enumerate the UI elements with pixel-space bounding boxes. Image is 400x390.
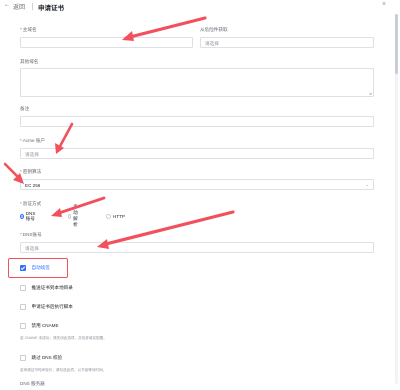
annotation-arrow (3, 162, 23, 182)
annotation-arrowhead (51, 208, 62, 217)
radio-icon (106, 213, 111, 219)
chevron-down-icon: ⌄ (365, 182, 369, 187)
required-mark: * (20, 27, 22, 32)
back-link[interactable]: 返回 (13, 2, 25, 11)
fetch-from-label: 从危险件获取 (200, 27, 228, 32)
checkbox-icon (20, 285, 26, 291)
disable-cname-checkbox[interactable]: 禁用 CNAME (20, 322, 59, 330)
radio-dns-account[interactable]: DNS账号 (20, 211, 37, 221)
fetch-from-select[interactable]: 请选择 (200, 37, 374, 48)
annotation-arrow (54, 196, 106, 216)
checkbox-icon (20, 323, 26, 329)
radio-http[interactable]: HTTP (106, 212, 125, 220)
acme-account-label: *Acme 账户 (20, 138, 46, 143)
radio-selected-icon (20, 213, 24, 219)
run-script-after-checkbox[interactable]: 申请证书后执行脚本 (20, 303, 73, 311)
key-algorithm-value: EC 256 (25, 182, 41, 188)
dns-account-placeholder: 请选择 (25, 245, 39, 251)
required-mark: * (20, 169, 22, 174)
scrollbar-thumb[interactable] (395, 14, 398, 74)
cname-hint: 若 CNAME 未成功，请关闭此选项，并检查域名配置。 (20, 336, 107, 340)
fetch-from-placeholder: 请选择 (205, 40, 219, 46)
remarks-label: 备注 (20, 106, 30, 111)
required-mark: * (20, 201, 22, 206)
scrollbar[interactable] (395, 14, 398, 384)
domain-input[interactable] (20, 37, 193, 48)
dns-server-label: DNS 服务器 (20, 381, 45, 386)
acme-account-select[interactable]: 请选择 (20, 148, 374, 159)
annotation-arrows (3, 16, 235, 249)
radio-manual-resolve[interactable]: 手动解析 (68, 204, 80, 227)
checkbox-icon (20, 304, 26, 310)
skip-dns-check-checkbox[interactable]: 跳过 DNS 校验 (20, 354, 62, 362)
page-header: ← 返回 申请证书 × (0, 0, 400, 13)
acme-account-placeholder: 请选择 (25, 151, 39, 157)
verify-method-label: *验证方式 (20, 201, 42, 206)
header-divider (32, 3, 33, 10)
domain-label: *主域名 (20, 27, 37, 32)
remarks-input[interactable] (20, 116, 374, 127)
annotation-arrow (56, 122, 74, 152)
push-to-local-dir-checkbox[interactable]: 推送证书到本地目录 (20, 284, 73, 292)
arrow-left-icon[interactable]: ← (4, 2, 10, 8)
close-icon[interactable]: × (382, 1, 386, 8)
key-algorithm-select[interactable]: EC 256 ⌄ (20, 179, 374, 190)
other-domains-textarea[interactable]: ⇲ (20, 68, 374, 97)
dns-hint: 若申请证书时间较长，请勾选此项，以节省等待时间。 (20, 368, 107, 372)
other-domains-label: 其他域名 (20, 59, 39, 64)
dns-account-label: *DNS账号 (20, 232, 42, 237)
key-algorithm-label: *密钥算法 (20, 169, 42, 174)
radio-icon (68, 213, 72, 219)
annotation-arrow (124, 16, 207, 40)
required-mark: * (20, 232, 22, 237)
annotation-highlight-box (8, 258, 68, 278)
resize-handle-icon[interactable]: ⇲ (369, 91, 372, 96)
page-title: 申请证书 (38, 4, 64, 12)
dns-account-select[interactable]: 请选择 (20, 242, 374, 253)
checkbox-icon (20, 355, 26, 361)
required-mark: * (20, 138, 22, 143)
